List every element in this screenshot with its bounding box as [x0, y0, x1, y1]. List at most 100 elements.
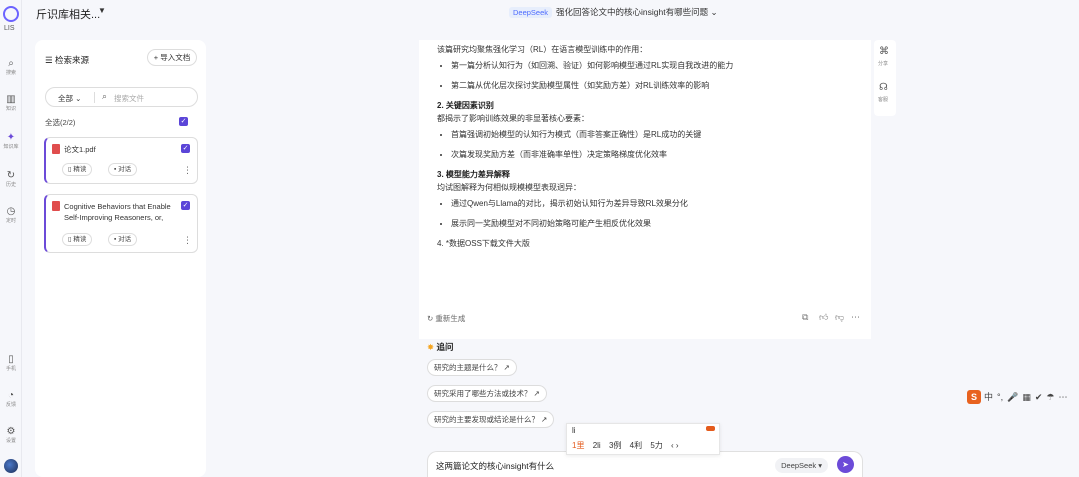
clock-icon: ◷ [6, 206, 16, 217]
answer-paragraph: 该篇研究均聚焦强化学习（RL）在语言模型训练中的作用： [437, 45, 648, 54]
rail-item-settings[interactable]: ⚙ 设置 [1, 426, 21, 445]
ime-toolbar-item[interactable]: °, [997, 392, 1003, 402]
keyboard-icon[interactable]: ▦ [1022, 392, 1031, 402]
share-icon[interactable]: ⌘ [879, 46, 889, 57]
feedback-icon: ◔ [7, 390, 15, 401]
more-icon[interactable]: ⋯ [851, 312, 860, 323]
follow-up-chip[interactable]: 研究的主要发现或结论是什么？ ↗ [427, 411, 555, 428]
chevron-down-icon[interactable]: ▼ [98, 6, 106, 15]
model-select[interactable]: DeepSeek ▾ [775, 458, 828, 473]
thumbs-up-icon[interactable]: 👍︎ [819, 312, 828, 323]
model-badge: DeepSeek [509, 7, 553, 18]
ime-candidate[interactable]: 3例 [609, 441, 621, 450]
ime-composition: li [572, 426, 576, 435]
copy-icon[interactable]: ⧉ [802, 312, 808, 323]
chat-button[interactable]: ▪ 对话 [108, 163, 138, 176]
top-bar: 斤识库相关... ▼ DeepSeek 强化回答论文中的核心insight有哪些问… [22, 0, 1079, 26]
file-card[interactable]: Cognitive Behaviors that Enable Self-Imp… [44, 194, 198, 253]
answer-actions: ↻ 重新生成 ⧉ 👍︎ 👎︎ ⋯ [419, 308, 871, 330]
search-icon: ⌕ [102, 91, 108, 101]
regenerate-button[interactable]: ↻ 重新生成 [427, 313, 465, 324]
app-logo-label: LIS [4, 25, 15, 32]
file-checkbox[interactable]: ✓ [181, 201, 190, 210]
source-search: 全部 ⌄ ⌕ 搜索文件 [45, 87, 198, 107]
microphone-icon[interactable]: 🎤 [1007, 392, 1018, 402]
thumbs-down-icon[interactable]: 👎︎ [835, 312, 844, 323]
app-logo-icon[interactable] [3, 6, 19, 22]
phone-icon: ▯ [8, 354, 14, 365]
answer-list: 首篇强调初始模型的认知行为模式（而非答案正确性）是RL成功的关键 次篇发现奖励方… [451, 129, 855, 160]
search-input[interactable]: 搜索文件 [114, 93, 144, 104]
pdf-icon [52, 144, 60, 154]
scope-select[interactable]: 全部 ⌄ [58, 93, 81, 104]
rail-item-schedule[interactable]: ◷ 定时 [1, 206, 21, 225]
skin-icon[interactable]: ☂ [1046, 392, 1054, 402]
list-item: 第二篇从优化层次探讨奖励模型属性（如奖励方差）对RL训练效率的影响 [451, 80, 855, 91]
sources-panel: ☰ 检索来源 + 导入文档 全部 ⌄ ⌕ 搜索文件 全选(2/2) ✓ 论文1.… [35, 40, 206, 477]
rail-item-history[interactable]: ↻ 历史 [1, 170, 21, 189]
follow-up-heading: ✸ 追问 [427, 342, 454, 352]
rail-item-search[interactable]: ⌕ 搜索 [1, 58, 21, 77]
ime-toolbar-item[interactable]: 中 [984, 392, 993, 402]
library-icon: ▥ [6, 94, 16, 105]
answer-body: 该篇研究均聚焦强化学习（RL）在语言模型训练中的作用： 第一篇分析认知行为（如回… [419, 40, 871, 339]
ime-candidates: 1里 2li 3例 4利 5力 ‹ › [572, 440, 685, 451]
sources-title: ☰ 检索来源 [45, 55, 89, 65]
pdf-icon [52, 201, 60, 211]
ime-candidate-window: li 1里 2li 3例 4利 5力 ‹ › [566, 423, 720, 455]
select-all-checkbox[interactable]: ✓ [179, 117, 188, 126]
sogou-logo-icon[interactable]: S [967, 390, 981, 404]
import-button[interactable]: + 导入文档 [147, 49, 197, 66]
avatar[interactable] [4, 459, 18, 473]
list-item: 首篇强调初始模型的认知行为模式（而非答案正确性）是RL成功的关键 [451, 129, 855, 140]
knowledge-base-icon: ✦ [6, 132, 16, 143]
divider [94, 92, 95, 103]
answer-paragraph: 均试图解释为何相似规模模型表现迥异： [437, 183, 581, 192]
ime-candidate[interactable]: 5力 [650, 441, 662, 450]
answer-list: 第一篇分析认知行为（如回溯、验证）如何影响模型通过RL实现自我改进的能力 第二篇… [451, 60, 855, 91]
rail-item-knowledge-base[interactable]: ✦ 知识库 [1, 132, 21, 151]
list-item: 通过Qwen与Llama的对比，揭示初始认知行为差异导致RL效果分化 [451, 198, 855, 209]
chat-button[interactable]: ▪ 对话 [108, 233, 138, 246]
list-item: 展示同一奖励模型对不同初始策略可能产生相反优化效果 [451, 218, 855, 229]
list-item: 第一篇分析认知行为（如回溯、验证）如何影响模型通过RL实现自我改进的能力 [451, 60, 855, 71]
ime-candidate[interactable]: 2li [593, 441, 601, 450]
rail-item-library[interactable]: ▥ 知识 [1, 94, 21, 113]
conversation-title[interactable]: DeepSeek 强化回答论文中的核心insight有哪些问题 ⌄ [509, 6, 718, 18]
ime-logo-icon [706, 426, 715, 431]
send-button[interactable]: ➤ [837, 456, 854, 473]
more-icon[interactable]: ⋮ [183, 236, 192, 245]
check-icon[interactable]: ✔ [1035, 392, 1043, 402]
conversation-title-text: 强化回答论文中的核心insight有哪些问题 [556, 7, 709, 17]
file-name: Cognitive Behaviors that Enable Self-Imp… [64, 202, 171, 222]
read-button[interactable]: ▯ 精读 [62, 233, 93, 246]
ime-nav-icon[interactable]: ‹ › [671, 441, 679, 450]
more-icon[interactable]: ⋮ [183, 166, 192, 175]
ime-candidate[interactable]: 4利 [630, 441, 642, 450]
list-item: 次篇发现奖励方差（而非准确率单性）决定策略梯度优化效率 [451, 149, 855, 160]
select-all-label: 全选(2/2) [45, 118, 76, 127]
headset-icon[interactable]: ☊ [879, 82, 888, 93]
sparkle-icon: ✸ [427, 342, 435, 352]
knowledge-base-title[interactable]: 斤识库相关... [36, 6, 100, 22]
read-button[interactable]: ▯ 精读 [62, 163, 93, 176]
file-name: 论文1.pdf [64, 145, 96, 154]
answer-heading: 3. 模型能力差异解释 [437, 170, 510, 179]
answer-paragraph: 4. *数据OSS下载文件大版 [437, 239, 530, 248]
settings-icon: ⚙ [6, 426, 16, 437]
side-tools: ⌘ 分享 ☊ 客服 [874, 40, 896, 116]
rail-item-feedback[interactable]: ◔ 反馈 [1, 390, 21, 409]
rail-item-phone[interactable]: ▯ 手机 [1, 354, 21, 373]
follow-up-chip[interactable]: 研究的主题是什么？ ↗ [427, 359, 517, 376]
follow-up-chip[interactable]: 研究采用了哪些方法或技术？ ↗ [427, 385, 547, 402]
chat-input-text[interactable]: 这两篇论文的核心insight有什么 [436, 460, 554, 472]
search-icon: ⌕ [8, 58, 14, 69]
history-icon: ↻ [6, 170, 16, 181]
chat-area: 该篇研究均聚焦强化学习（RL）在语言模型训练中的作用： 第一篇分析认知行为（如回… [419, 40, 871, 477]
chevron-down-icon: ⌄ [708, 7, 718, 17]
ime-candidate[interactable]: 1里 [572, 441, 584, 450]
more-icon[interactable]: ⋯ [1058, 392, 1067, 402]
file-checkbox[interactable]: ✓ [181, 144, 190, 153]
answer-list: 通过Qwen与Llama的对比，揭示初始认知行为差异导致RL效果分化 展示同一奖… [451, 198, 855, 229]
file-card[interactable]: 论文1.pdf ✓ ▯ 精读 ▪ 对话 ⋮ [44, 137, 198, 184]
